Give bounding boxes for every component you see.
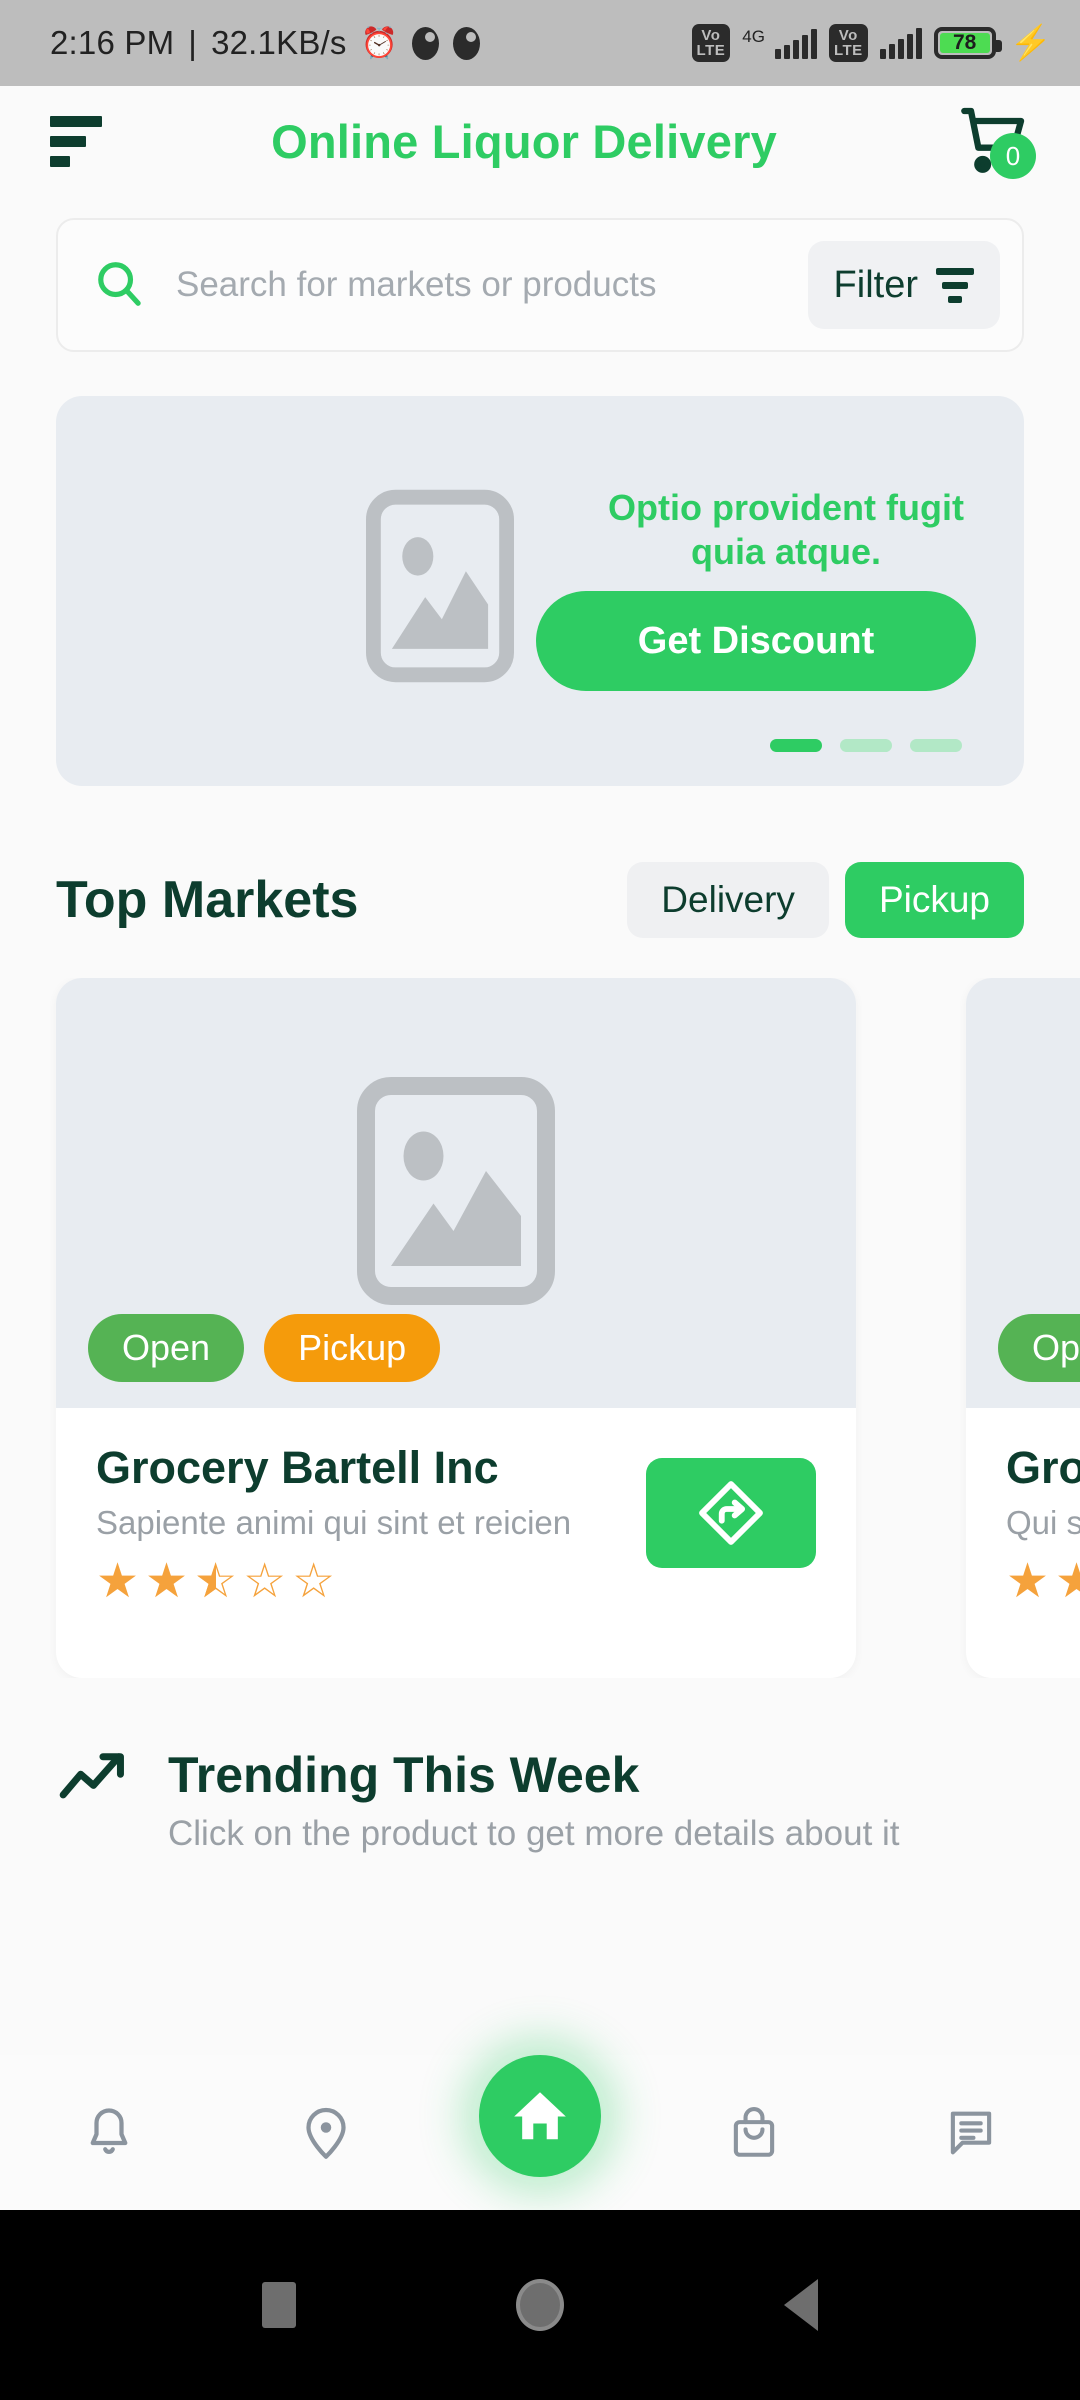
location-pin-icon — [306, 2107, 347, 2159]
carousel-dot[interactable] — [910, 739, 962, 752]
market-card-body: Grocery Qui sint ★ ★ ☆ ★ ☆ ☆ — [966, 1408, 1080, 1678]
network-type-label: 4G — [742, 27, 765, 46]
market-card-image: Open Pickup — [56, 978, 856, 1408]
star-half: ☆ ★ — [194, 1555, 238, 1608]
trending-section: Trending This Week Click on the product … — [56, 1744, 1024, 1854]
signal-bars-icon — [774, 27, 817, 59]
carousel-dot[interactable] — [770, 739, 822, 752]
bell-icon — [90, 2107, 128, 2154]
trending-subtitle: Click on the product to get more details… — [168, 1814, 900, 1853]
nav-item-notifications[interactable] — [44, 2068, 174, 2198]
page-title: Online Liquor Delivery — [271, 114, 777, 168]
star-full: ★ — [1055, 1555, 1080, 1608]
rating-stars: ★ ★ ☆ ★ ☆ ☆ — [1006, 1558, 1080, 1606]
rating-stars: ★ ★ ☆ ★ ☆ ☆ — [96, 1558, 646, 1606]
nav-item-orders[interactable] — [689, 2068, 819, 2198]
bottom-navigation — [0, 2054, 1080, 2210]
directions-icon — [699, 1481, 763, 1545]
star-empty: ☆ — [243, 1555, 287, 1608]
promo-banner[interactable]: Optio provident fugit quia atque. Get Di… — [56, 396, 1024, 786]
star-empty: ☆ — [292, 1555, 336, 1608]
battery-percent: 78 — [952, 31, 977, 54]
section-title: Top Markets — [56, 871, 359, 929]
status-time: 2:16 PM — [50, 24, 175, 61]
status-bar: 2:16 PM | 32.1KB/s ⏰ Vo LTE 4G Vo LTE 78 ⚡ — [0, 0, 1080, 86]
filter-button[interactable]: Filter — [807, 241, 1000, 329]
notification-dot-icon — [453, 26, 481, 60]
carousel-dot[interactable] — [840, 739, 892, 752]
image-placeholder-icon — [366, 451, 514, 726]
app-header: Online Liquor Delivery 0 — [0, 86, 1080, 196]
status-badge-open: Open — [88, 1314, 245, 1382]
notification-dot-icon — [412, 26, 440, 60]
nav-item-location[interactable] — [261, 2068, 391, 2198]
market-description: Sapiente animi qui sint et reicien — [96, 1504, 572, 1541]
trending-text: Trending This Week Click on the product … — [168, 1744, 900, 1854]
cart-button[interactable]: 0 — [956, 101, 1036, 181]
market-card-body: Grocery Bartell Inc Sapiente animi qui s… — [56, 1408, 856, 1678]
status-badge-open: Open — [998, 1314, 1080, 1382]
nav-item-messages[interactable] — [906, 2068, 1036, 2198]
market-card-image: Open — [966, 978, 1080, 1408]
carousel-dots[interactable] — [770, 739, 962, 752]
status-bar-right: Vo LTE 4G Vo LTE 78 ⚡ — [691, 24, 1052, 62]
market-card[interactable]: Open Grocery Qui sint ★ ★ ☆ ★ ☆ ☆ — [966, 978, 1080, 1678]
battery-icon: 78 — [933, 27, 1002, 59]
shopping-bag-icon — [733, 2106, 774, 2157]
android-navigation-bar — [0, 2210, 1080, 2400]
phone-screen: 2:16 PM | 32.1KB/s ⏰ Vo LTE 4G Vo LTE 78 ⚡ — [0, 0, 1080, 2400]
signal-bars-icon — [879, 27, 922, 59]
search-input[interactable] — [146, 265, 808, 305]
status-net-speed: 32.1KB/s — [211, 24, 347, 61]
status-separator: | — [188, 24, 198, 61]
toggle-pickup[interactable]: Pickup — [844, 862, 1024, 938]
search-bar[interactable]: Filter — [56, 218, 1024, 352]
get-discount-button[interactable]: Get Discount — [536, 591, 976, 691]
market-card-badges: Open Pickup — [88, 1314, 441, 1382]
top-markets-header: Top Markets Delivery Pickup — [56, 862, 1024, 938]
star-full: ★ — [96, 1555, 140, 1608]
market-card-badges: Open — [998, 1314, 1080, 1382]
toggle-delivery[interactable]: Delivery — [627, 862, 829, 938]
banner-headline: Optio provident fugit quia atque. — [608, 487, 964, 572]
market-card[interactable]: Open Pickup Grocery Bartell Inc Sapiente… — [56, 978, 856, 1678]
chat-message-icon — [950, 2111, 992, 2154]
volte-icon: Vo LTE — [691, 24, 731, 62]
cart-count-badge: 0 — [990, 133, 1036, 179]
nav-item-home[interactable] — [478, 2054, 601, 2177]
recents-square-icon[interactable] — [262, 2282, 296, 2328]
alarm-icon: ⏰ — [360, 26, 399, 60]
trending-up-icon — [56, 1744, 134, 1819]
filter-label: Filter — [833, 263, 918, 306]
star-full: ★ — [145, 1555, 189, 1608]
volte-icon: Vo LTE — [828, 24, 868, 62]
directions-button[interactable] — [646, 1458, 816, 1568]
status-bar-left: 2:16 PM | 32.1KB/s ⏰ — [50, 24, 481, 62]
star-full: ★ — [1006, 1555, 1050, 1608]
delivery-pickup-toggle: Delivery Pickup — [627, 862, 1024, 938]
market-description: Qui sint — [1006, 1504, 1080, 1541]
market-name: Grocery — [1006, 1442, 1080, 1493]
market-name: Grocery Bartell Inc — [96, 1442, 499, 1493]
search-icon — [92, 256, 146, 315]
filter-icon — [936, 267, 974, 303]
home-icon — [514, 2091, 566, 2139]
status-badge-pickup: Pickup — [264, 1314, 441, 1382]
market-cards-carousel[interactable]: Open Pickup Grocery Bartell Inc Sapiente… — [0, 978, 1080, 1678]
charging-bolt-icon: ⚡ — [1009, 24, 1052, 62]
back-triangle-icon[interactable] — [784, 2279, 818, 2331]
home-circle-icon[interactable] — [516, 2279, 564, 2331]
trending-title: Trending This Week — [168, 1747, 640, 1803]
market-card-info: Grocery Bartell Inc Sapiente animi qui s… — [96, 1442, 646, 1678]
market-card-info: Grocery Qui sint ★ ★ ☆ ★ ☆ ☆ — [1006, 1442, 1080, 1678]
image-placeholder-icon — [356, 1076, 556, 1311]
